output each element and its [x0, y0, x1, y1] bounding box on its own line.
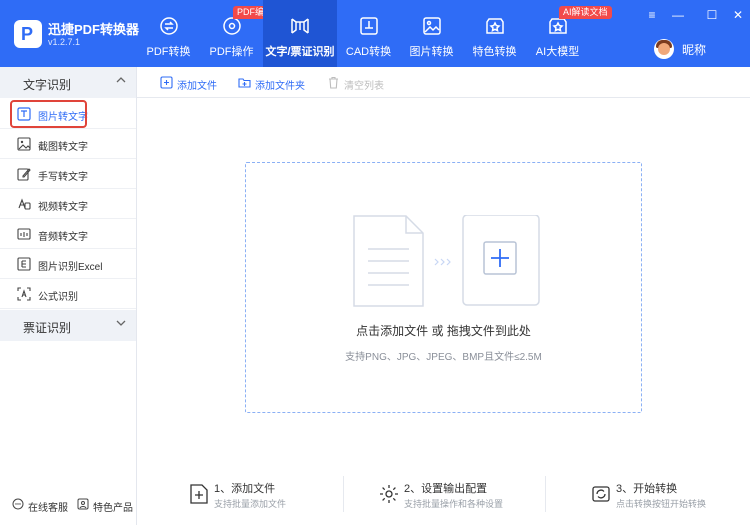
- menu-button[interactable]: ≡: [645, 8, 659, 22]
- sidebar-item-image-to-excel[interactable]: 图片识别Excel: [0, 249, 136, 279]
- ai-doc-badge: AI解读文档: [559, 6, 612, 19]
- sidebar-item-label: 截图转文字: [38, 142, 88, 153]
- settings-icon: [380, 485, 398, 503]
- tab-label: 图片转换: [409, 46, 454, 58]
- add-folder-icon: [238, 78, 251, 88]
- tab-label: PDF转换: [146, 46, 191, 58]
- tab-pdf-convert[interactable]: PDF转换: [137, 0, 200, 67]
- file-drop-zone[interactable]: 点击添加文件 或 拖拽文件到此处 支持PNG、JPG、JPEG、BMP且文件≤2…: [245, 162, 642, 413]
- tab-pdf-operate[interactable]: PDF操作 PDF编辑: [200, 0, 278, 67]
- sidebar-item-handwriting-to-text[interactable]: 手写转文字: [0, 159, 136, 189]
- sidebar-item-label: 音频转文字: [38, 232, 88, 243]
- main-nav: PDF转换 PDF操作 PDF编辑 文字/票证识别 CAD转换 图片转换 特色转…: [137, 0, 612, 67]
- add-folder-label: 添加文件夹: [255, 81, 305, 92]
- group-ticket-recognition[interactable]: 票证识别: [0, 310, 136, 341]
- step-desc: 支持批量添加文件: [214, 499, 287, 509]
- group-title: 票证识别: [23, 321, 72, 335]
- user-nickname[interactable]: 昵称: [682, 41, 706, 58]
- add-file-icon: [190, 484, 208, 504]
- step-title: 3、开始转换: [616, 483, 678, 495]
- step-title: 1、添加文件: [214, 483, 276, 495]
- app-name: 迅捷PDF转换器: [48, 22, 140, 37]
- sidebar-item-formula[interactable]: 公式识别: [0, 279, 136, 309]
- add-box-icon: [462, 215, 540, 306]
- sidebar-item-label: 视频转文字: [38, 202, 88, 213]
- sidebar-item-video-to-text[interactable]: 视频转文字: [0, 189, 136, 219]
- cad-icon: [358, 15, 380, 37]
- drop-zone-subtitle: 支持PNG、JPG、JPEG、BMP且文件≤2.5M: [345, 352, 542, 363]
- group-title: 文字识别: [23, 78, 72, 92]
- tab-image-convert[interactable]: 图片转换: [400, 0, 463, 67]
- app-version: v1.2.7.1: [48, 37, 81, 47]
- avatar-face: [658, 43, 670, 55]
- step-desc: 支持批量操作和各种设置: [404, 499, 504, 509]
- logo-letter: P: [21, 24, 34, 44]
- step-desc: 点击转换按钮开始转换: [616, 499, 707, 509]
- text-recognition-icon: [289, 15, 311, 37]
- video-icon: [18, 198, 31, 210]
- tab-label: AI大模型: [535, 46, 580, 58]
- convert-icon: [158, 15, 180, 37]
- sidebar-item-label: 图片识别Excel: [38, 262, 103, 273]
- arrow-chevrons-icon: [434, 258, 451, 266]
- audio-icon: [17, 228, 31, 240]
- add-file-icon: [160, 76, 173, 89]
- tab-special-convert[interactable]: 特色转换: [463, 0, 526, 67]
- star-frame-icon: [484, 15, 506, 37]
- group-text-recognition[interactable]: 文字识别: [0, 67, 136, 98]
- sidebar-item-label: 手写转文字: [38, 172, 88, 183]
- minimize-button[interactable]: —: [671, 8, 685, 22]
- chat-icon: [12, 498, 24, 510]
- sidebar-item-label: 公式识别: [38, 292, 78, 303]
- screenshot-icon: [17, 137, 31, 151]
- sidebar: 文字识别 图片转文字 截图转文字 手写转文字 视频转文字 音频转文字 图片识别E…: [0, 67, 137, 525]
- tab-ai-model[interactable]: AI大模型 AI解读文档: [526, 0, 612, 67]
- excel-icon: [17, 257, 31, 271]
- trash-icon: [329, 76, 338, 89]
- start-convert-icon: [592, 486, 610, 502]
- footer-label: 特色产品: [93, 503, 133, 514]
- image-icon: [421, 15, 443, 37]
- selection-highlight: [10, 100, 87, 128]
- drop-zone-title: 点击添加文件 或 拖拽文件到此处: [356, 324, 531, 338]
- chevron-up-icon: [116, 77, 126, 83]
- avatar[interactable]: [654, 39, 674, 59]
- formula-icon: [17, 287, 31, 301]
- tab-cad-convert[interactable]: CAD转换: [337, 0, 400, 67]
- product-icon: [77, 498, 89, 510]
- tab-label: 文字/票证识别: [265, 46, 335, 58]
- app-logo: P: [14, 20, 42, 48]
- toolbar: 添加文件 添加文件夹 清空列表: [137, 67, 750, 98]
- clear-list-label: 清空列表: [344, 81, 384, 92]
- footer-label: 在线客服: [28, 503, 68, 514]
- chevron-down-icon: [116, 320, 126, 326]
- add-file-label: 添加文件: [177, 81, 217, 92]
- step-divider: [343, 476, 344, 512]
- tab-label: CAD转换: [345, 46, 392, 58]
- maximize-button[interactable]: ☐: [705, 8, 719, 22]
- close-button[interactable]: ✕: [731, 8, 745, 22]
- tab-text-recognition[interactable]: 文字/票证识别: [263, 0, 337, 67]
- step-divider: [545, 476, 546, 512]
- document-icon: [353, 215, 424, 307]
- drop-illustration: [353, 215, 540, 307]
- tab-label: PDF操作: [209, 46, 254, 58]
- handwriting-icon: [17, 168, 31, 181]
- sidebar-item-screenshot-to-text[interactable]: 截图转文字: [0, 129, 136, 159]
- title-bar: P 迅捷PDF转换器 v1.2.7.1 PDF转换 PDF操作 PDF编辑 文字…: [0, 0, 750, 67]
- step-title: 2、设置输出配置: [404, 483, 488, 495]
- tab-label: 特色转换: [472, 46, 517, 58]
- sidebar-item-audio-to-text[interactable]: 音频转文字: [0, 219, 136, 249]
